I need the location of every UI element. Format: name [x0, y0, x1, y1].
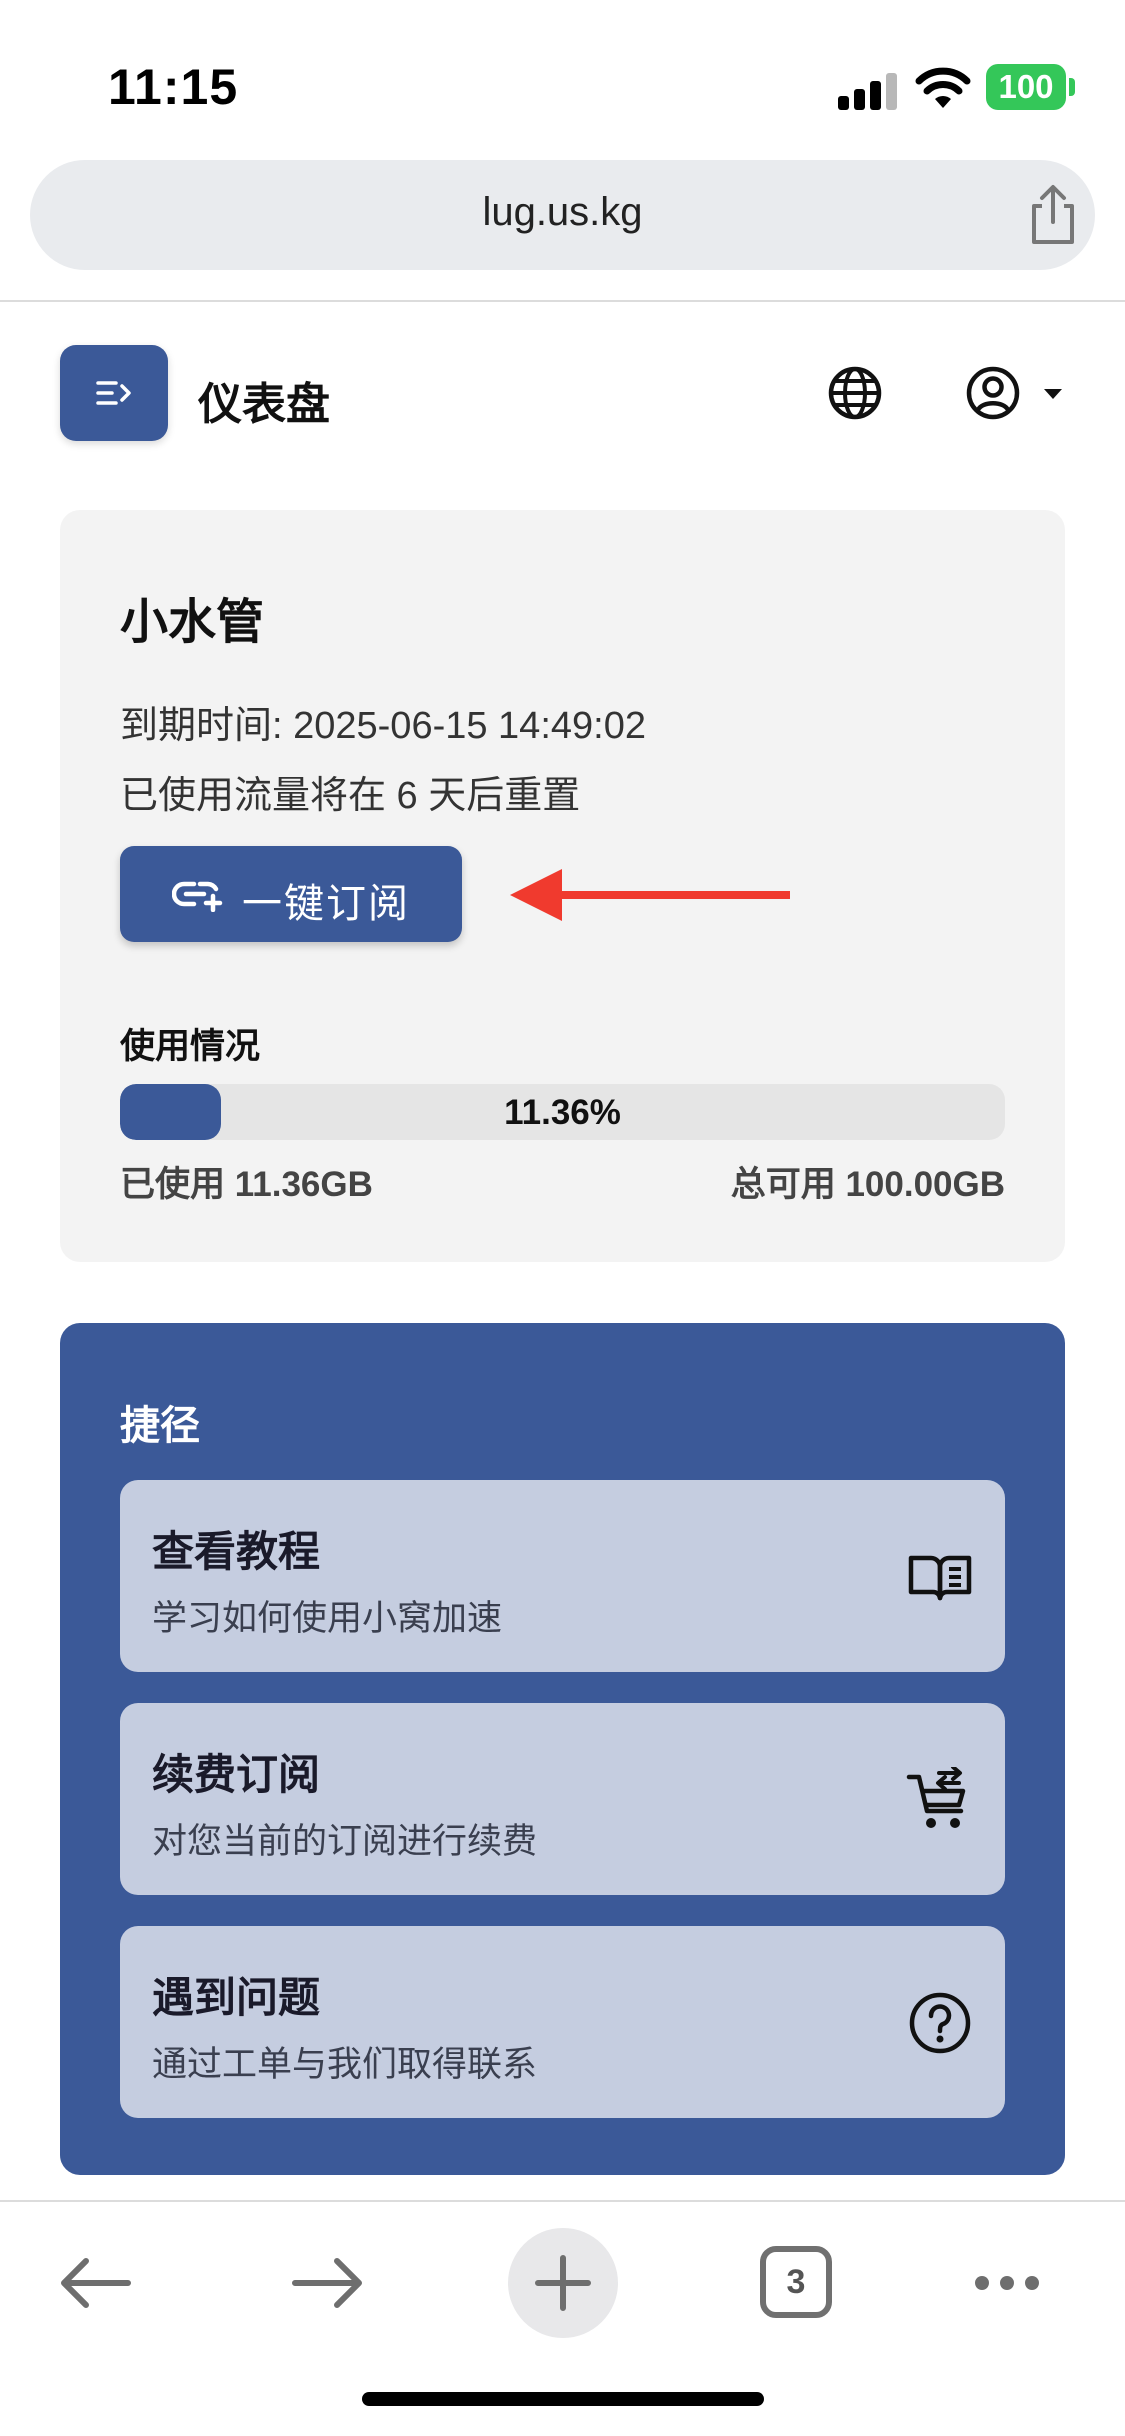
url-text[interactable]: lug.us.kg — [30, 190, 1095, 235]
new-tab-button[interactable] — [508, 2228, 618, 2338]
shortcut-description: 学习如何使用小窝加速 — [152, 1599, 503, 1638]
plus-icon — [535, 2255, 591, 2311]
arrow-right-icon — [292, 2258, 362, 2308]
subscription-card: 小水管 到期时间: 2025-06-15 14:49:02 已使用流量将在 6 … — [60, 510, 1065, 1262]
usage-progress-bar: 11.36% — [120, 1084, 1005, 1140]
status-bar: 11:15 100 — [0, 0, 1125, 150]
globe-icon[interactable] — [826, 364, 884, 422]
shortcut-renew[interactable]: 续费订阅 对您当前的订阅进行续费 — [120, 1703, 1005, 1895]
menu-toggle-button[interactable] — [60, 345, 168, 441]
shortcut-tutorial[interactable]: 查看教程 学习如何使用小窝加速 — [120, 1480, 1005, 1672]
arrow-left-icon — [61, 2258, 131, 2308]
total-traffic: 总可用 100.00GB — [730, 1165, 1005, 1204]
status-time: 11:15 — [108, 59, 239, 115]
link-add-icon — [172, 881, 223, 912]
cart-icon — [906, 1767, 966, 1828]
traffic-reset-note: 已使用流量将在 6 天后重置 — [120, 775, 581, 817]
shortcut-title: 查看教程 — [152, 1528, 321, 1575]
battery-tip — [1069, 78, 1075, 96]
back-button[interactable] — [40, 2228, 150, 2338]
wifi-icon — [915, 67, 971, 108]
one-click-subscribe-button[interactable]: 一键订阅 — [120, 846, 462, 942]
shortcut-description: 通过工单与我们取得联系 — [152, 2045, 538, 2084]
usage-percent: 11.36% — [504, 1093, 621, 1132]
share-icon[interactable] — [1020, 182, 1086, 248]
used-traffic: 已使用 11.36GB — [120, 1165, 373, 1204]
tab-count: 3 — [760, 2246, 832, 2318]
menu-icon — [96, 381, 131, 405]
user-avatar-icon[interactable] — [964, 364, 1022, 422]
address-bar[interactable]: lug.us.kg — [30, 160, 1095, 270]
home-indicator — [362, 2392, 764, 2406]
more-icon — [975, 2276, 1039, 2290]
annotation-arrow-icon — [510, 869, 790, 921]
usage-label: 使用情况 — [120, 1027, 261, 1066]
url-divider — [0, 300, 1125, 302]
shortcut-title: 遇到问题 — [152, 1974, 321, 2021]
help-icon — [909, 1992, 971, 2054]
expire-time: 到期时间: 2025-06-15 14:49:02 — [120, 705, 646, 747]
shortcut-title: 续费订阅 — [152, 1751, 321, 1798]
shortcut-help[interactable]: 遇到问题 通过工单与我们取得联系 — [120, 1926, 1005, 2118]
tabs-button[interactable]: 3 — [740, 2228, 850, 2338]
shortcuts-card: 捷径 查看教程 学习如何使用小窝加速 续费订阅 对您当前的订阅进行续费 遇到问题… — [60, 1323, 1065, 2175]
shortcuts-heading: 捷径 — [120, 1404, 200, 1448]
plan-name: 小水管 — [120, 596, 265, 649]
subscribe-button-label: 一键订阅 — [242, 882, 410, 926]
forward-button[interactable] — [273, 2228, 383, 2338]
shortcut-description: 对您当前的订阅进行续费 — [152, 1822, 538, 1861]
battery-indicator: 100 — [986, 64, 1066, 110]
toolbar-divider — [0, 2200, 1125, 2202]
cellular-signal-icon — [838, 70, 898, 110]
more-button[interactable] — [955, 2228, 1065, 2338]
page-title: 仪表盘 — [198, 380, 330, 429]
book-icon — [908, 1555, 972, 1601]
chevron-down-icon[interactable] — [1042, 386, 1064, 402]
